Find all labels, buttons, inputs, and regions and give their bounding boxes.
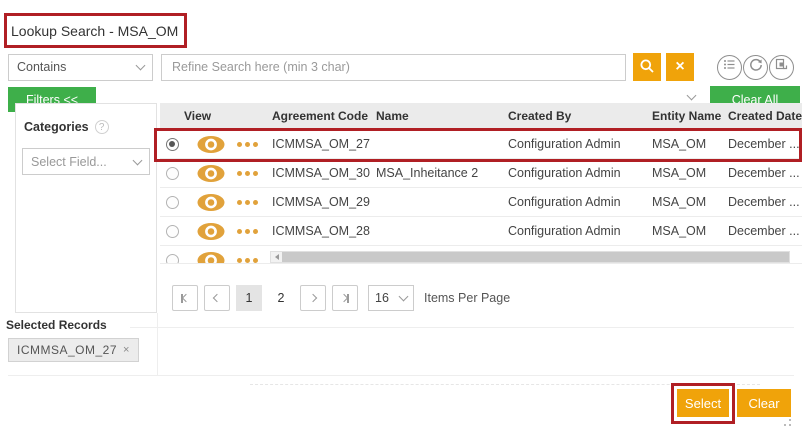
cell-created-date: December ... xyxy=(724,137,802,151)
next-page-button[interactable] xyxy=(300,285,326,311)
table-row[interactable]: ICMMSA_OM_30 MSA_Inheitance 2 Configurat… xyxy=(160,159,802,188)
search-input[interactable] xyxy=(161,54,626,81)
column-header-created-by[interactable]: Created By xyxy=(504,109,648,123)
divider xyxy=(157,313,158,375)
cell-created-by: Configuration Admin xyxy=(504,195,648,209)
cell-created-by: Configuration Admin xyxy=(504,137,648,151)
page-size-value: 16 xyxy=(375,291,400,305)
page-size-select[interactable]: 16 xyxy=(368,285,414,311)
chevron-right-icon xyxy=(309,294,317,302)
selected-record-tag-text: ICMMSA_OM_27 xyxy=(17,343,117,357)
view-eye-icon[interactable] xyxy=(196,193,226,212)
column-header-agreement-code[interactable]: Agreement Code xyxy=(268,109,372,123)
divider xyxy=(8,375,794,376)
table-row-clipped[interactable] xyxy=(160,246,802,264)
view-eye-icon[interactable] xyxy=(196,164,226,183)
search-button[interactable] xyxy=(633,53,661,81)
row-actions-icon xyxy=(234,258,258,263)
column-header-entity-name[interactable]: Entity Name xyxy=(648,109,724,123)
remove-tag-icon[interactable]: × xyxy=(123,344,130,356)
categories-label: Categories xyxy=(24,120,89,134)
search-operator-value: Contains xyxy=(17,60,137,74)
row-actions-icon[interactable] xyxy=(234,229,258,234)
chevron-down-icon xyxy=(136,61,146,71)
refresh-button[interactable] xyxy=(743,55,768,80)
cell-entity-name: MSA_OM xyxy=(648,224,724,238)
cell-agreement-code: ICMMSA_OM_30 xyxy=(268,166,372,180)
page-number[interactable]: 2 xyxy=(268,285,294,311)
column-header-name[interactable]: Name xyxy=(372,109,504,123)
scroll-left-arrow-icon[interactable] xyxy=(271,252,282,262)
row-actions-icon[interactable] xyxy=(234,142,258,147)
table-row[interactable]: ICMMSA_OM_27 Configuration Admin MSA_OM … xyxy=(160,130,802,159)
cell-created-date: December ... xyxy=(724,166,802,180)
collapse-panel-chevron-icon[interactable] xyxy=(687,91,697,101)
view-eye-icon[interactable] xyxy=(196,222,226,241)
cell-agreement-code: ICMMSA_OM_28 xyxy=(268,224,372,238)
horizontal-scrollbar[interactable] xyxy=(270,251,790,263)
export-icon xyxy=(775,58,788,76)
row-radio[interactable] xyxy=(166,196,179,209)
items-per-page-label: Items Per Page xyxy=(424,291,510,305)
filters-sidebar: Categories ? Select Field... xyxy=(15,103,157,313)
row-radio[interactable] xyxy=(166,225,179,238)
search-icon xyxy=(639,58,655,77)
column-header-view[interactable]: View xyxy=(184,109,268,123)
scrollbar-thumb[interactable] xyxy=(282,252,789,262)
view-eye-icon xyxy=(196,251,226,264)
row-radio[interactable] xyxy=(166,167,179,180)
help-icon[interactable]: ? xyxy=(95,120,109,134)
table-row[interactable]: ICMMSA_OM_29 Configuration Admin MSA_OM … xyxy=(160,188,802,217)
column-header-created-date[interactable]: Created Date xyxy=(724,109,802,123)
cell-agreement-code: ICMMSA_OM_29 xyxy=(268,195,372,209)
table-row[interactable]: ICMMSA_OM_28 Configuration Admin MSA_OM … xyxy=(160,217,802,246)
export-button[interactable] xyxy=(769,55,794,80)
cell-name: MSA_Inheitance 2 xyxy=(372,166,504,180)
select-field-dropdown[interactable]: Select Field... xyxy=(22,148,150,175)
cell-created-by: Configuration Admin xyxy=(504,166,648,180)
clear-search-button[interactable]: × xyxy=(666,53,694,81)
saved-searches-button[interactable] xyxy=(717,55,742,80)
pagination-bar: 1 2 16 Items Per Page xyxy=(172,285,510,311)
list-icon xyxy=(723,58,736,76)
last-page-button[interactable] xyxy=(332,285,358,311)
search-operator-select[interactable]: Contains xyxy=(8,54,153,81)
selected-record-tag[interactable]: ICMMSA_OM_27 × xyxy=(8,338,139,362)
row-radio-selected[interactable] xyxy=(166,138,179,151)
view-eye-icon[interactable] xyxy=(196,135,226,154)
row-actions-icon[interactable] xyxy=(234,200,258,205)
table-header-row: View Agreement Code Name Created By Enti… xyxy=(160,103,802,130)
resize-grip[interactable] xyxy=(779,416,791,426)
row-actions-icon[interactable] xyxy=(234,171,258,176)
row-radio[interactable] xyxy=(166,254,179,264)
first-page-button[interactable] xyxy=(172,285,198,311)
chevron-down-icon xyxy=(133,155,143,165)
clear-button[interactable]: Clear xyxy=(737,389,791,417)
lookup-search-dialog: Lookup Search - MSA_OM Contains × xyxy=(0,0,802,430)
page-number-current[interactable]: 1 xyxy=(236,285,262,311)
select-field-placeholder: Select Field... xyxy=(31,155,134,169)
refresh-icon xyxy=(749,58,763,77)
close-icon: × xyxy=(675,59,684,75)
search-bar: Contains × xyxy=(8,53,794,81)
cell-created-date: December ... xyxy=(724,224,802,238)
cell-created-date: December ... xyxy=(724,195,802,209)
divider xyxy=(250,384,760,385)
cell-agreement-code: ICMMSA_OM_27 xyxy=(268,137,372,151)
divider xyxy=(130,327,794,328)
selected-records-label: Selected Records xyxy=(6,318,107,332)
cell-entity-name: MSA_OM xyxy=(648,137,724,151)
cell-created-by: Configuration Admin xyxy=(504,224,648,238)
toolbar-icons xyxy=(716,55,794,80)
cell-entity-name: MSA_OM xyxy=(648,166,724,180)
cell-entity-name: MSA_OM xyxy=(648,195,724,209)
results-table: View Agreement Code Name Created By Enti… xyxy=(160,103,802,264)
select-button[interactable]: Select xyxy=(677,389,729,417)
chevron-left-icon xyxy=(213,294,221,302)
prev-page-button[interactable] xyxy=(204,285,230,311)
page-title: Lookup Search - MSA_OM xyxy=(11,23,178,39)
chevron-down-icon xyxy=(399,292,409,302)
